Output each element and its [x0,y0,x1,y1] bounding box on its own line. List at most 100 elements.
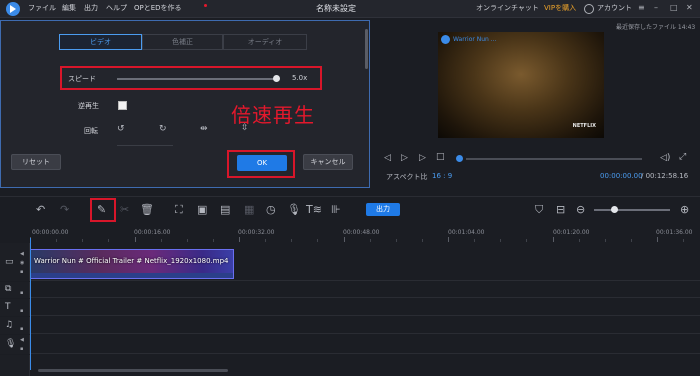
menu-export[interactable]: 出力 [84,3,98,13]
window-title: 名称未設定 [316,4,356,13]
aspect-label: アスペクト比 [386,173,428,181]
ruler-major-tick [134,237,136,242]
split-icon[interactable]: ⊪ [331,203,341,216]
cut-icon[interactable]: ✂ [120,203,129,216]
ruler-label: 00:00:32.00 [238,229,275,236]
crop-icon[interactable]: ⛶ [175,203,183,217]
tab-audio[interactable]: オーディオ [223,34,307,50]
seek-track[interactable] [466,158,642,160]
speed-playback-annotation: 倍速再生 [231,103,315,127]
menu-file[interactable]: ファイル [28,3,56,13]
track-volume-icon[interactable]: ◀ [20,337,24,343]
text-track: T ▪ [0,299,700,316]
stop-icon[interactable]: □ [436,152,445,162]
playhead[interactable] [30,238,31,370]
video-clip[interactable]: Warrior Nun # Official Trailer # Netflix… [30,249,234,279]
speed-value: 5.0x [292,74,308,82]
ruler-minor-tick [578,239,580,242]
export-button[interactable]: 出力 [366,203,400,216]
ruler-minor-tick [317,239,319,242]
ruler-minor-tick [186,239,188,242]
edit-pencil-icon[interactable]: ✎ [97,203,106,216]
pip-icon[interactable]: ▤ [220,203,230,216]
menu-op-ed[interactable]: OPとEDを作る [134,3,182,13]
timeline-scrollbar[interactable] [38,369,228,372]
timeline-ruler[interactable]: 00:00:00.00 00:00:16.00 00:00:32.00 00:0… [30,228,700,242]
account-link[interactable]: アカウント [597,3,632,13]
zoom-slider-track[interactable] [594,209,670,211]
delete-icon[interactable]: 🗑 [140,203,154,216]
fit-icon[interactable]: ⊟ [556,203,565,216]
play-icon[interactable]: ▷ [401,153,408,163]
speed-slider-track[interactable] [117,78,277,80]
menu-edit[interactable]: 編集 [62,3,76,13]
video-caption: Warrior Nun ... [453,36,497,43]
pip-track: ⧉ ▪ [0,282,700,298]
maximize-icon[interactable]: □ [670,3,678,12]
track-lock-icon[interactable]: ▪ [20,290,23,296]
clip-audio-waveform [31,273,233,278]
reverse-checkbox[interactable] [118,101,127,110]
ruler-minor-tick [526,239,528,242]
zoom-out-icon[interactable]: ⊖ [576,203,585,216]
voice-track: 🎙 ◀ ▪ [0,335,700,354]
ruler-minor-tick [291,239,293,242]
timer-icon[interactable]: ◷ [266,203,276,216]
zoom-in-icon[interactable]: ⊕ [680,203,689,216]
speed-label: スピード [68,75,96,83]
flip-horizontal-icon[interactable]: ⇹ [200,124,208,134]
divider [117,145,173,146]
fullscreen-icon[interactable]: ⤢ [679,152,686,162]
shield-icon[interactable]: ⛉ [535,203,543,217]
online-chat-link[interactable]: オンラインチャット [476,3,539,13]
preview-panel: 最近保存したファイル 14:43 Warrior Nun ... NETFLIX… [372,20,700,188]
ruler-minor-tick [108,239,110,242]
menu-icon[interactable]: ≡ [638,3,645,12]
cancel-button[interactable]: キャンセル [303,154,353,170]
track-header-filler [0,355,30,376]
ruler-label: 00:00:48.00 [343,229,380,236]
voice-track-header: 🎙 ◀ ▪ [0,335,30,354]
music-track-icon: ♫ [5,320,14,330]
netflix-watermark: NETFLIX [572,123,596,129]
prev-frame-icon[interactable]: ◁ [384,153,391,163]
aspect-value[interactable]: 16 : 9 [432,172,452,180]
ruler-minor-tick [212,239,214,242]
video-preview[interactable]: Warrior Nun ... NETFLIX [438,32,604,138]
track-volume-icon[interactable]: ◀ [20,251,24,257]
rotate-right-icon[interactable]: ↻ [159,124,167,134]
track-lock-icon[interactable]: ▪ [20,308,23,314]
speed-slider-knob[interactable] [273,75,280,82]
edit-panel-scrollbar[interactable] [365,29,368,69]
volume-icon[interactable]: ◁) [660,153,670,163]
ruler-label: 00:01:20.00 [553,229,590,236]
next-frame-icon[interactable]: ▷ [419,153,426,163]
redo-icon[interactable]: ↷ [60,203,69,216]
music-track: ♫ ▪ [0,317,700,334]
vip-purchase-link[interactable]: VIPを購入 [544,3,576,13]
mosaic-icon[interactable]: ▣ [197,203,207,216]
zoom-slider-knob[interactable] [611,206,618,213]
text-to-speech-icon[interactable]: T≋ [306,203,322,216]
undo-icon[interactable]: ↶ [36,203,45,216]
rotate-left-icon[interactable]: ↺ [117,124,125,134]
ruler-minor-tick [604,239,606,242]
account-icon[interactable] [584,4,594,14]
reset-button[interactable]: リセット [11,154,61,170]
freeze-icon[interactable]: ▦ [244,203,254,216]
track-visibility-icon[interactable]: ◉ [20,260,24,266]
voice-track-icon: 🎙 [5,339,17,349]
mic-icon[interactable]: 🎙 [287,203,301,216]
ok-button[interactable]: OK [237,155,287,171]
menu-help[interactable]: ヘルプ [106,3,127,13]
ruler-minor-tick [82,239,84,242]
seek-knob[interactable] [456,155,463,162]
tab-color[interactable]: 色補正 [142,34,223,50]
close-icon[interactable]: ✕ [686,3,693,12]
tab-video[interactable]: ビデオ [59,34,142,50]
track-lock-icon[interactable]: ▪ [20,269,23,275]
track-lock-icon[interactable]: ▪ [20,346,23,352]
ruler-label: 00:00:00.00 [32,229,69,236]
track-lock-icon[interactable]: ▪ [20,326,23,332]
minimize-icon[interactable]: – [654,3,658,12]
